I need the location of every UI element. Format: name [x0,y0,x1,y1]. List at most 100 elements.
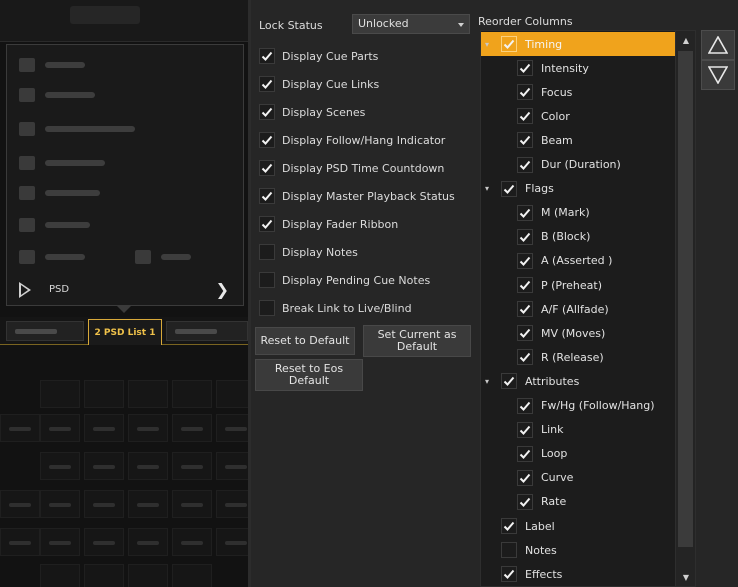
column-item[interactable]: Loop [481,442,677,466]
expand-icon[interactable]: ▾ [485,184,489,193]
column-item[interactable]: Color [481,104,677,128]
menu-item[interactable] [19,249,191,265]
reorder-columns-list[interactable]: ▾ Timing Intensity Focus Color Beam Dur (Durat… [480,30,696,587]
option-checkbox[interactable] [259,216,275,232]
column-checkbox[interactable] [517,228,533,245]
column-item[interactable]: M (Mark) [481,201,677,225]
scroll-down-icon[interactable]: ▼ [676,568,695,586]
option-checkbox[interactable] [259,244,275,260]
column-checkbox[interactable] [517,277,533,293]
expand-icon[interactable]: ▾ [485,377,489,386]
option-row[interactable]: Display Scenes [259,102,365,122]
reset-to-eos-default-button[interactable]: Reset to Eos Default [255,359,363,391]
column-item[interactable]: Notes [481,538,677,562]
column-checkbox[interactable] [517,84,533,101]
move-down-button[interactable] [701,60,735,90]
menu-item[interactable] [19,87,95,103]
column-checkbox[interactable] [501,518,517,534]
column-item[interactable]: B (Block) [481,225,677,249]
column-checkbox[interactable] [501,36,517,52]
column-checkbox[interactable] [501,566,517,583]
column-checkbox[interactable] [501,373,517,390]
column-checkbox[interactable] [517,252,533,269]
option-row[interactable]: Display PSD Time Countdown [259,158,444,178]
move-up-button[interactable] [701,30,735,60]
column-item[interactable]: A (Asserted ) [481,249,677,273]
column-label: Attributes [525,374,580,388]
option-row[interactable]: Break Link to Live/Blind [259,298,412,318]
column-item[interactable]: ▾ Attributes [481,369,677,393]
column-item[interactable]: Focus [481,80,677,104]
column-checkbox[interactable] [517,325,533,342]
column-checkbox[interactable] [517,469,533,486]
option-row[interactable]: Display Cue Parts [259,46,378,66]
column-item[interactable]: Link [481,418,677,442]
set-current-as-default-button[interactable]: Set Current as Default [363,325,471,357]
background-grid [0,370,248,587]
expand-icon[interactable]: ▾ [485,40,489,49]
scroll-thumb[interactable] [678,51,693,547]
column-item[interactable]: P (Preheat) [481,273,677,297]
scroll-up-icon[interactable]: ▲ [676,31,695,49]
column-item[interactable]: Rate [481,490,677,514]
option-checkbox[interactable] [259,188,275,204]
option-checkbox[interactable] [259,104,275,120]
menu-item[interactable] [19,185,100,201]
column-label: Link [541,423,564,437]
option-row[interactable]: Display Pending Cue Notes [259,270,430,290]
lock-status-select[interactable]: Unlocked [352,14,470,34]
option-checkbox[interactable] [259,76,275,92]
option-checkbox[interactable] [259,272,275,288]
column-item[interactable]: ▾ Timing [481,32,677,56]
menu-item-psd[interactable]: PSD ❯ [7,275,243,305]
option-row[interactable]: Display Cue Links [259,74,379,94]
tab[interactable] [166,321,248,341]
column-item[interactable]: R (Release) [481,345,677,369]
option-row[interactable]: Display Follow/Hang Indicator [259,130,445,150]
column-item[interactable]: Effects [481,562,677,586]
column-item[interactable]: Intensity [481,56,677,80]
column-checkbox[interactable] [517,132,533,149]
column-label: Label [525,519,555,533]
column-item[interactable]: MV (Moves) [481,321,677,345]
menu-item[interactable] [19,155,105,171]
tab[interactable] [6,321,84,341]
option-row[interactable]: Display Notes [259,242,358,262]
column-checkbox[interactable] [517,108,533,125]
column-checkbox[interactable] [517,301,533,318]
menu-item[interactable] [19,57,85,73]
option-checkbox[interactable] [259,300,275,316]
scrollbar[interactable]: ▲ ▼ [675,31,695,586]
column-item[interactable]: Fw/Hg (Follow/Hang) [481,394,677,418]
column-item[interactable]: ▾ Flags [481,177,677,201]
option-row[interactable]: Display Master Playback Status [259,186,455,206]
column-checkbox[interactable] [517,156,533,173]
column-checkbox[interactable] [517,493,533,510]
column-label: Beam [541,133,573,147]
column-checkbox[interactable] [517,60,533,77]
column-checkbox[interactable] [517,204,533,221]
column-checkbox[interactable] [517,349,533,366]
column-checkbox[interactable] [517,445,533,462]
column-item[interactable]: Beam [481,128,677,152]
option-checkbox[interactable] [259,132,275,148]
option-checkbox[interactable] [259,48,275,64]
lock-status-value: Unlocked [358,17,409,30]
column-checkbox[interactable] [517,421,533,438]
column-item[interactable]: Label [481,514,677,538]
menu-item[interactable] [19,217,90,233]
column-item[interactable]: A/F (Allfade) [481,297,677,321]
column-label: A/F (Allfade) [541,302,609,316]
column-checkbox[interactable] [501,180,517,197]
option-checkbox[interactable] [259,160,275,176]
option-row[interactable]: Display Fader Ribbon [259,214,398,234]
menu-item[interactable] [19,121,135,137]
column-item[interactable]: Dur (Duration) [481,153,677,177]
column-checkbox[interactable] [517,397,533,414]
column-checkbox[interactable] [501,542,517,559]
tab-psd-list[interactable]: 2 PSD List 1 [88,319,162,345]
column-item[interactable]: Curve [481,466,677,490]
option-label: Display Cue Links [282,77,380,91]
option-label: Display Scenes [282,105,366,119]
reset-to-default-button[interactable]: Reset to Default [255,327,355,355]
